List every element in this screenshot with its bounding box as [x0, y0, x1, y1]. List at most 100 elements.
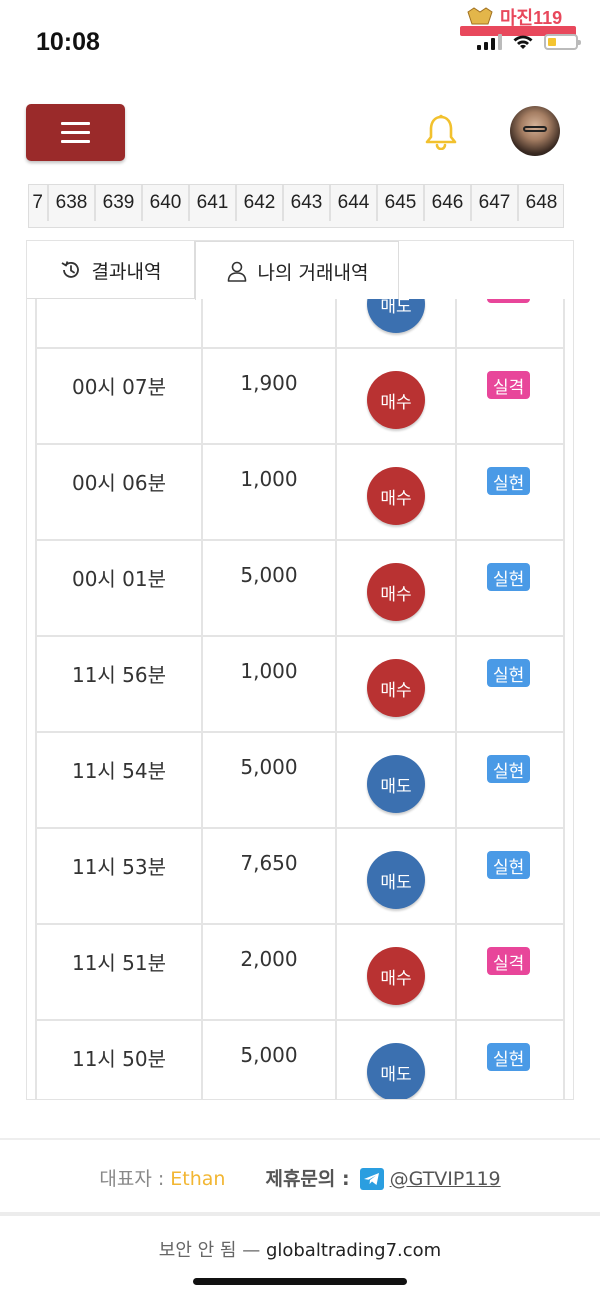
app-header	[0, 100, 600, 166]
trade-result-cell: 실현	[457, 541, 565, 637]
trades-table[interactable]: 매도실격00시 07분1,900매수실격00시 06분1,000매수실현00시 …	[35, 299, 565, 1099]
number-strip-item[interactable]: 641	[190, 185, 237, 221]
url-insecure-label: 보안 안 됨 —	[158, 1240, 266, 1261]
tab-my-trades[interactable]: 나의 거래내역	[195, 241, 399, 300]
trade-result-cell: 실현	[457, 1021, 565, 1099]
number-strip-item[interactable]: 644	[331, 185, 378, 221]
telegram-icon[interactable]	[359, 1168, 384, 1190]
bell-icon[interactable]	[424, 114, 458, 154]
buy-badge: 매수	[367, 467, 425, 525]
menu-button[interactable]	[26, 104, 125, 161]
trade-time: 11시 53분	[71, 855, 167, 879]
number-strip-item[interactable]: 638	[49, 185, 96, 221]
trade-amount: 1,000	[240, 659, 298, 683]
trade-row: 00시 07분 1,900 매수 실격	[35, 349, 565, 445]
status-icons	[477, 34, 581, 50]
trade-amount-cell: 7,650	[203, 829, 337, 925]
buy-badge: 매수	[367, 371, 425, 429]
footer-divider	[0, 1138, 600, 1140]
trade-row: 11시 53분 7,650 매도 실현	[35, 829, 565, 925]
result-badge: 실격	[487, 299, 531, 303]
trade-time-cell: 11시 54분	[35, 733, 203, 829]
trade-amount-cell: 1,900	[203, 349, 337, 445]
status-bar: 10:08 마진119	[0, 0, 600, 88]
contact: 제휴문의 : @GTVIP119	[265, 1164, 501, 1191]
trade-type-cell: 매도	[337, 299, 457, 349]
number-strip-item[interactable]: 639	[96, 185, 143, 221]
result-badge: 실현	[487, 563, 531, 591]
number-strip-item[interactable]: 648	[519, 185, 563, 221]
hamburger-icon-bar	[61, 131, 90, 134]
trade-amount: 7,650	[240, 851, 298, 875]
trade-row: 11시 56분 1,000 매수 실현	[35, 637, 565, 733]
trade-result-cell: 실격	[457, 925, 565, 1021]
history-icon	[61, 261, 79, 278]
trade-type-cell: 매도	[337, 1021, 457, 1099]
trade-amount: 1,900	[240, 371, 298, 395]
trade-type-cell: 매수	[337, 349, 457, 445]
battery-icon	[544, 34, 581, 50]
number-strip-item[interactable]: 647	[472, 185, 519, 221]
number-strip[interactable]: 7 638 639 640 641 642 643 644 645 646 64…	[28, 184, 564, 228]
tab-results-label: 결과내역	[91, 260, 162, 283]
trade-time: 11시 50분	[71, 1047, 167, 1071]
history-panel: 결과내역 나의 거래내역 매도실격00시 07분1,900매수실격00시 06분…	[26, 240, 574, 1100]
result-badge: 실현	[487, 755, 531, 783]
tab-my-trades-label: 나의 거래내역	[257, 261, 369, 284]
home-indicator[interactable]	[193, 1278, 407, 1285]
tab-results[interactable]: 결과내역	[27, 241, 195, 299]
trade-time: 11시 54분	[71, 759, 167, 783]
trade-row: 매도 실격	[35, 299, 565, 349]
trade-time: 00시 01분	[71, 567, 167, 591]
number-strip-item[interactable]: 7	[29, 185, 49, 221]
trade-amount: 5,000	[240, 563, 298, 587]
representative: 대표자 : Ethan	[99, 1164, 225, 1191]
result-badge: 실현	[487, 467, 531, 495]
trade-amount: 5,000	[240, 755, 298, 779]
trade-amount-cell	[203, 299, 337, 349]
buy-badge: 매수	[367, 947, 425, 1005]
sell-badge: 매도	[367, 755, 425, 813]
number-strip-item[interactable]: 645	[378, 185, 425, 221]
contact-handle-link[interactable]: @GTVIP119	[390, 1168, 501, 1190]
avatar[interactable]	[510, 106, 560, 156]
representative-label: 대표자 :	[99, 1167, 171, 1190]
trade-type-cell: 매수	[337, 637, 457, 733]
trade-time-cell	[35, 299, 203, 349]
trade-amount-cell: 2,000	[203, 925, 337, 1021]
sell-badge: 매도	[367, 299, 425, 333]
trade-time-cell: 11시 51분	[35, 925, 203, 1021]
trade-amount-cell: 5,000	[203, 1021, 337, 1099]
trade-type-cell: 매도	[337, 829, 457, 925]
trade-amount-cell: 5,000	[203, 541, 337, 637]
hamburger-icon-bar	[61, 122, 90, 125]
number-strip-item[interactable]: 643	[284, 185, 331, 221]
trade-result-cell: 실현	[457, 733, 565, 829]
watermark-badge-icon	[467, 7, 493, 25]
representative-name: Ethan	[170, 1167, 226, 1190]
trade-time-cell: 11시 50분	[35, 1021, 203, 1099]
number-strip-item[interactable]: 642	[237, 185, 284, 221]
trade-result-cell: 실현	[457, 829, 565, 925]
result-badge: 실격	[487, 947, 531, 975]
trade-row: 11시 50분 5,000 매도 실현	[35, 1021, 565, 1099]
browser-url-bar[interactable]: 보안 안 됨 — globaltrading7.com	[0, 1236, 600, 1262]
watermark-logo: 마진119	[460, 4, 576, 36]
result-badge: 실현	[487, 1043, 531, 1071]
sell-badge: 매도	[367, 851, 425, 909]
trade-time: 00시 06분	[71, 471, 167, 495]
trade-time: 11시 51분	[71, 951, 167, 975]
trade-amount: 1,000	[240, 467, 298, 491]
trade-amount: 5,000	[240, 1043, 298, 1067]
trade-row: 00시 06분 1,000 매수 실현	[35, 445, 565, 541]
buy-badge: 매수	[367, 659, 425, 717]
cellular-signal-icon	[477, 34, 502, 50]
number-strip-item[interactable]: 640	[143, 185, 190, 221]
trade-time-cell: 00시 07분	[35, 349, 203, 445]
trade-row: 11시 54분 5,000 매도 실현	[35, 733, 565, 829]
tab-bar: 결과내역 나의 거래내역	[27, 241, 573, 300]
trade-amount-cell: 1,000	[203, 445, 337, 541]
contact-label: 제휴문의 :	[265, 1167, 350, 1190]
trade-type-cell: 매수	[337, 445, 457, 541]
number-strip-item[interactable]: 646	[425, 185, 472, 221]
